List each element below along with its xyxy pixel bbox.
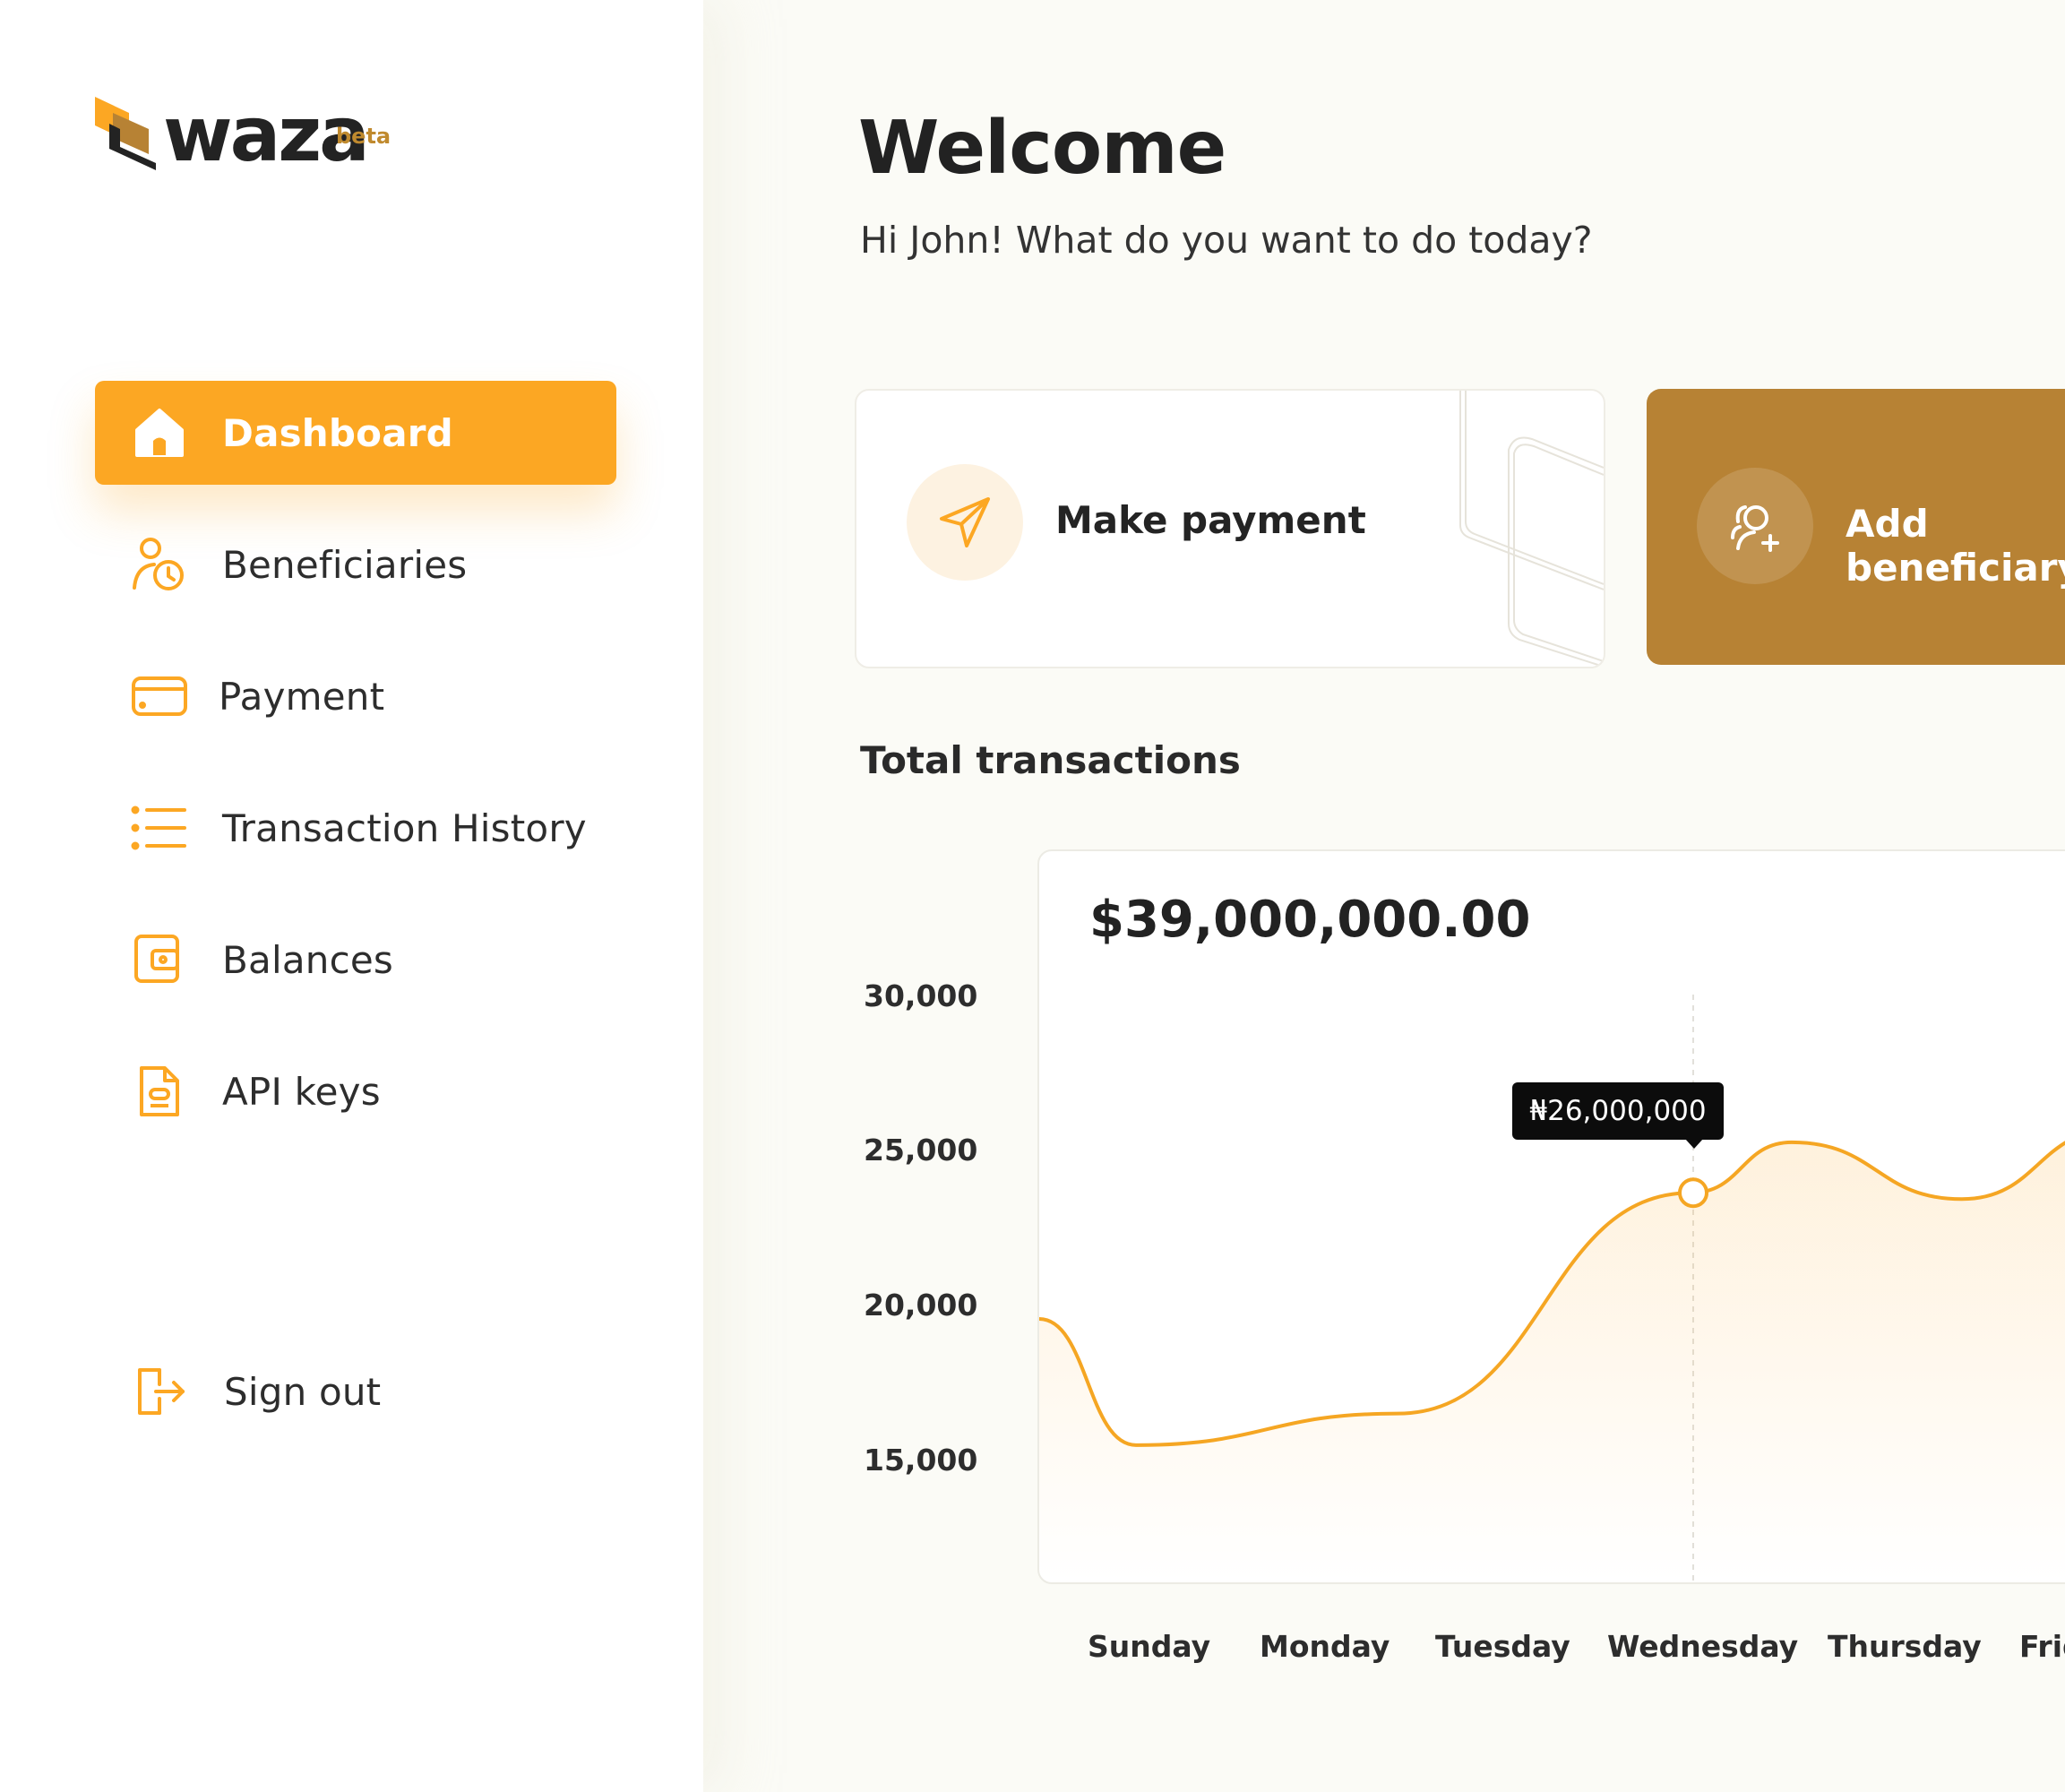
chart-plot bbox=[1039, 995, 2065, 1582]
sidebar-item-label: Dashboard bbox=[222, 410, 453, 455]
x-tick-label: Tuesday bbox=[1435, 1629, 1570, 1664]
x-tick-label: Monday bbox=[1260, 1629, 1390, 1664]
sidebar-item-label: Balances bbox=[222, 937, 393, 982]
sidebar-item-label: Beneficiaries bbox=[222, 542, 468, 587]
page-subtitle: Hi John! What do you want to do today? bbox=[860, 219, 1593, 262]
x-tick-label: Sunday bbox=[1088, 1629, 1211, 1664]
chart-highlight-point bbox=[1678, 1177, 1708, 1209]
add-user-icon bbox=[1731, 505, 1779, 552]
document-icon bbox=[131, 1063, 188, 1120]
sidebar-item-label: Payment bbox=[219, 674, 385, 719]
transactions-section-title: Total transactions bbox=[860, 738, 1241, 782]
brand-beta-tag: beta bbox=[336, 124, 391, 149]
sign-out-button[interactable]: Sign out bbox=[95, 1340, 616, 1443]
list-icon bbox=[131, 799, 188, 857]
sidebar-item-transaction-history[interactable]: Transaction History bbox=[95, 776, 616, 880]
sidebar-item-beneficiaries[interactable]: Beneficiaries bbox=[95, 513, 616, 616]
chart-tooltip: ₦26,000,000 bbox=[1512, 1082, 1724, 1149]
y-tick-label: 15,000 bbox=[864, 1443, 978, 1478]
waza-logo-icon bbox=[95, 97, 156, 170]
beneficiaries-icon bbox=[131, 536, 188, 593]
sidebar-nav: Dashboard Beneficiaries Payment Transact… bbox=[95, 381, 616, 1171]
sidebar-item-payment[interactable]: Payment bbox=[95, 644, 616, 748]
sidebar: waza beta Dashboard Beneficiaries Paymen… bbox=[0, 0, 703, 1792]
brand-logo[interactable]: waza beta bbox=[93, 90, 398, 179]
y-tick-label: 30,000 bbox=[864, 978, 978, 1013]
sign-out-icon bbox=[131, 1363, 188, 1420]
sidebar-item-label: API keys bbox=[222, 1069, 381, 1114]
card-icon bbox=[131, 668, 188, 725]
make-payment-button[interactable]: Make payment bbox=[855, 389, 1605, 668]
send-icon bbox=[940, 497, 990, 547]
x-tick-label: Thursday bbox=[1828, 1629, 1982, 1664]
add-beneficiary-button[interactable]: Add beneficiary bbox=[1647, 389, 2065, 665]
add-user-icon-wrapper bbox=[1697, 468, 1813, 584]
card-decoration bbox=[1459, 391, 1604, 667]
y-tick-label: 25,000 bbox=[864, 1133, 978, 1167]
sidebar-item-dashboard[interactable]: Dashboard bbox=[95, 381, 616, 485]
sidebar-item-label: Transaction History bbox=[222, 806, 587, 850]
x-tick-label: Friday bbox=[2019, 1629, 2065, 1664]
home-icon bbox=[131, 404, 188, 461]
transactions-chart: $39,000,000.00 ₦26,000,000 bbox=[1037, 849, 2065, 1584]
chart-area bbox=[1039, 1142, 2065, 1582]
send-icon-wrapper bbox=[907, 464, 1023, 581]
sidebar-item-api-keys[interactable]: API keys bbox=[95, 1039, 616, 1143]
sign-out-label: Sign out bbox=[224, 1369, 382, 1414]
add-beneficiary-label: Add beneficiary bbox=[1846, 502, 2065, 590]
y-tick-label: 20,000 bbox=[864, 1288, 978, 1322]
make-payment-label: Make payment bbox=[1055, 498, 1366, 542]
wallet-icon bbox=[131, 931, 188, 988]
x-tick-label: Wednesday bbox=[1607, 1629, 1799, 1664]
page-title: Welcome bbox=[858, 106, 1226, 191]
sidebar-item-balances[interactable]: Balances bbox=[95, 908, 616, 1012]
